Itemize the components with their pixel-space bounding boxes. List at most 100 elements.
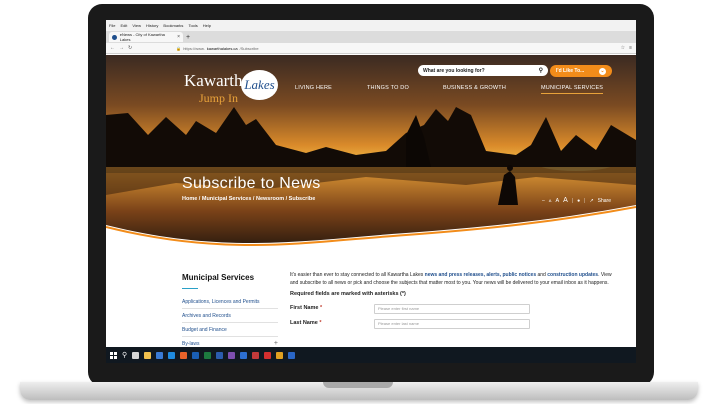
edge-icon[interactable] [168, 351, 176, 359]
font-large-button[interactable]: A [563, 197, 568, 204]
menu-edit[interactable]: Edit [120, 23, 127, 28]
last-name-field[interactable]: Please enter last name [374, 318, 530, 329]
first-name-placeholder: Please enter first name [378, 305, 420, 311]
required-star: * [319, 319, 322, 326]
chevron-down-icon: ⌄ [599, 67, 606, 75]
favicon-icon [112, 34, 117, 40]
logo-kawartha[interactable]: Kawartha [184, 71, 250, 91]
app-icon[interactable] [240, 351, 248, 359]
menu-bookmarks[interactable]: Bookmarks [163, 23, 183, 28]
app-icon[interactable] [252, 351, 260, 359]
main-nav: LIVING HERE THINGS TO DO BUSINESS & GROW… [295, 85, 604, 94]
sidebar: Municipal Services Applications, Licence… [182, 273, 278, 351]
main-content: It's easier than ever to stay connected … [290, 272, 615, 329]
excel-icon[interactable] [204, 351, 212, 359]
share-label[interactable]: Share [598, 198, 611, 204]
first-name-row: First Name * Please enter first name [290, 303, 615, 314]
intro-text: and [536, 272, 548, 278]
app-icon[interactable] [276, 351, 284, 359]
task-view-icon[interactable] [132, 351, 140, 359]
windows-taskbar: ⚲ [106, 347, 636, 363]
id-like-to-button[interactable]: I'd Like To... ⌄ [550, 65, 612, 77]
sidebar-item-archives[interactable]: Archives and Records [182, 309, 278, 323]
reload-icon[interactable]: ↻ [128, 45, 132, 51]
required-star: * [319, 304, 323, 311]
page-tools: ‒ A A A | ● | ↗ Share [542, 197, 611, 204]
forward-icon[interactable]: → [119, 45, 124, 51]
nav-living-here[interactable]: LIVING HERE [295, 85, 367, 94]
photos-icon[interactable] [228, 351, 236, 359]
last-name-row: Last Name * Please enter last name [290, 318, 615, 329]
sidebar-item-budget[interactable]: Budget and Finance [182, 323, 278, 337]
menu-history[interactable]: History [146, 23, 158, 28]
url-host: kawarthalakes.ca [206, 45, 238, 51]
laptop-notch [323, 382, 393, 388]
sidebar-item-applications[interactable]: Applications, Licences and Permits [182, 295, 278, 309]
nav-municipal-services[interactable]: MUNICIPAL SERVICES [541, 85, 604, 94]
site-search-input[interactable]: What are you looking for? ⚲ [418, 65, 548, 76]
firefox-icon[interactable] [180, 351, 188, 359]
start-icon[interactable] [110, 351, 117, 359]
sidebar-item-label: Budget and Finance [182, 326, 227, 333]
sidebar-item-label: By-laws [182, 340, 200, 347]
first-name-label: First Name * [290, 305, 374, 313]
menu-help[interactable]: Help [203, 23, 211, 28]
divider: | [584, 197, 586, 204]
hero-banner: Kawartha Lakes Jump In What are you look… [106, 55, 636, 255]
font-medium-button[interactable]: A [555, 198, 559, 204]
intro-paragraph: It's easier than ever to stay connected … [290, 272, 615, 287]
logo-lakes: Lakes [244, 77, 275, 92]
last-name-placeholder: Please enter last name [378, 320, 419, 326]
logo-tagline: Jump In [199, 91, 238, 105]
sidebar-title: Municipal Services [182, 273, 255, 282]
file-explorer-icon[interactable] [144, 351, 152, 359]
print-icon[interactable]: ● [577, 198, 580, 204]
breadcrumb[interactable]: Home / Municipal Services / Newsroom / S… [182, 196, 315, 202]
sidebar-item-label: Applications, Licences and Permits [182, 298, 260, 305]
divider: | [571, 197, 574, 204]
last-name-label-text: Last Name [290, 319, 318, 326]
sidebar-item-label: Archives and Records [182, 312, 231, 319]
browser-menubar: File Edit View History Bookmarks Tools H… [106, 20, 636, 31]
logo-badge[interactable]: Lakes [241, 70, 278, 100]
search-icon[interactable]: ⚲ [539, 67, 543, 74]
browser-tabbar: eNews - City of Kawartha Lakes × + [106, 31, 636, 43]
search-icon[interactable]: ⚲ [122, 352, 127, 359]
back-icon[interactable]: ← [110, 45, 115, 51]
nav-things-to-do[interactable]: THINGS TO DO [367, 85, 443, 94]
id-like-to-label: I'd Like To... [556, 68, 585, 74]
url-path: /Subscribe [239, 45, 259, 51]
tab-title: eNews - City of Kawartha Lakes [119, 32, 165, 42]
browser-tab[interactable]: eNews - City of Kawartha Lakes × [109, 32, 183, 42]
font-small-button[interactable]: A [549, 198, 552, 203]
share-icon[interactable]: ↗ [589, 198, 593, 204]
expand-icon[interactable]: + [274, 340, 278, 347]
menu-view[interactable]: View [132, 23, 141, 28]
sidebar-divider [182, 288, 198, 289]
acrobat-icon[interactable] [264, 351, 272, 359]
lock-icon: 🔒 [176, 45, 182, 51]
url-prefix: https://www. [183, 45, 205, 51]
search-placeholder: What are you looking for? [423, 67, 485, 74]
font-decrease-button[interactable]: ‒ [542, 198, 545, 204]
address-bar[interactable]: 🔒 https://www. kawarthalakes.ca/Subscribe [176, 46, 616, 51]
menu-tools[interactable]: Tools [188, 23, 197, 28]
construction-link[interactable]: construction updates [547, 272, 598, 278]
last-name-label: Last Name * [290, 320, 374, 328]
first-name-label-text: First Name [290, 304, 319, 311]
first-name-field[interactable]: Please enter first name [374, 303, 530, 314]
app-icon[interactable] [288, 351, 296, 359]
menu-file[interactable]: File [109, 23, 115, 28]
nav-business-growth[interactable]: BUSINESS & GROWTH [443, 85, 541, 94]
word-icon[interactable] [216, 351, 224, 359]
close-tab-icon[interactable]: × [177, 34, 180, 40]
store-icon[interactable] [156, 351, 164, 359]
screen: File Edit View History Bookmarks Tools H… [106, 20, 636, 363]
new-tab-button[interactable]: + [186, 34, 190, 41]
outlook-icon[interactable] [192, 351, 200, 359]
menu-icon[interactable]: ≡ [629, 45, 632, 51]
bookmark-star-icon[interactable]: ☆ [621, 45, 625, 51]
required-note: Required fields are marked with asterisk… [290, 291, 406, 297]
browser-navbar: ← → ↻ 🔒 https://www. kawarthalakes.ca/Sub… [106, 43, 636, 54]
news-link[interactable]: news and press releases, alerts, public … [425, 272, 536, 278]
